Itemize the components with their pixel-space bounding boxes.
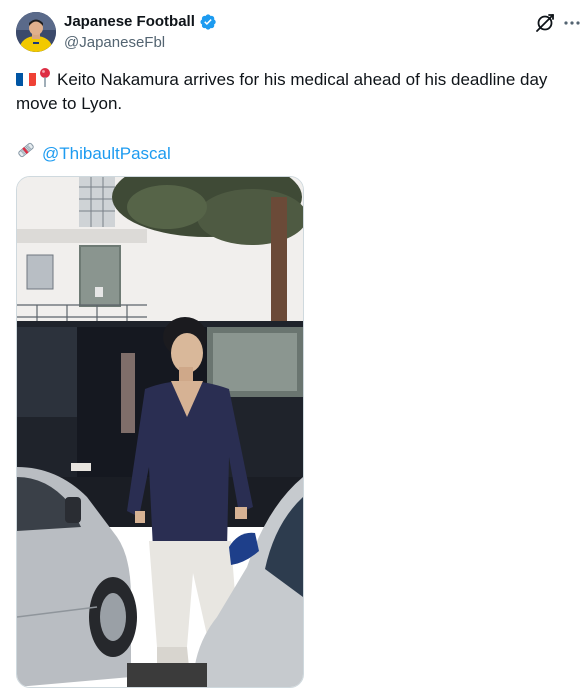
credit-handle-link[interactable]: @ThibaultPascal bbox=[42, 142, 171, 166]
photo-credit: @ThibaultPascal bbox=[16, 140, 171, 167]
tweet-card: Japanese Football @JapaneseFbl Keito Nak… bbox=[0, 0, 588, 691]
tweet-text: Keito Nakamura arrives for his medical a… bbox=[16, 68, 576, 116]
newspaper-roll-icon bbox=[16, 140, 36, 167]
author-display-name[interactable]: Japanese Football bbox=[64, 13, 195, 31]
grok-icon[interactable] bbox=[534, 12, 556, 34]
tweet-photo[interactable] bbox=[16, 176, 304, 688]
verified-badge-icon bbox=[199, 13, 217, 31]
tweet-body-text: Keito Nakamura arrives for his medical a… bbox=[16, 70, 548, 113]
author-name-row: Japanese Football bbox=[64, 13, 217, 31]
france-flag-icon bbox=[16, 71, 36, 86]
author-handle[interactable]: @JapaneseFbl bbox=[64, 34, 165, 52]
round-pushpin-icon bbox=[39, 68, 51, 88]
author-avatar[interactable] bbox=[16, 12, 56, 52]
more-options-icon[interactable] bbox=[562, 12, 582, 34]
